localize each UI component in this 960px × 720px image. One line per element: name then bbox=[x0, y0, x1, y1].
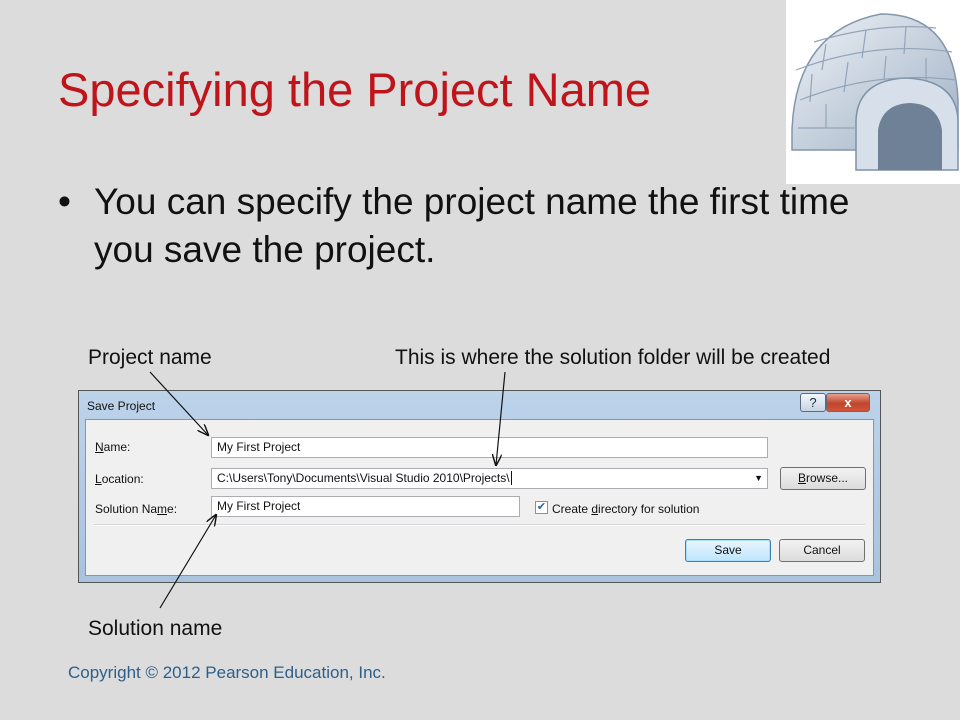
arrow-project-name bbox=[149, 371, 208, 435]
arrow-solution-name bbox=[159, 515, 216, 609]
callout-arrows bbox=[149, 371, 506, 609]
copyright-footer: Copyright © 2012 Pearson Education, Inc. bbox=[68, 663, 386, 682]
arrow-location bbox=[496, 371, 506, 465]
